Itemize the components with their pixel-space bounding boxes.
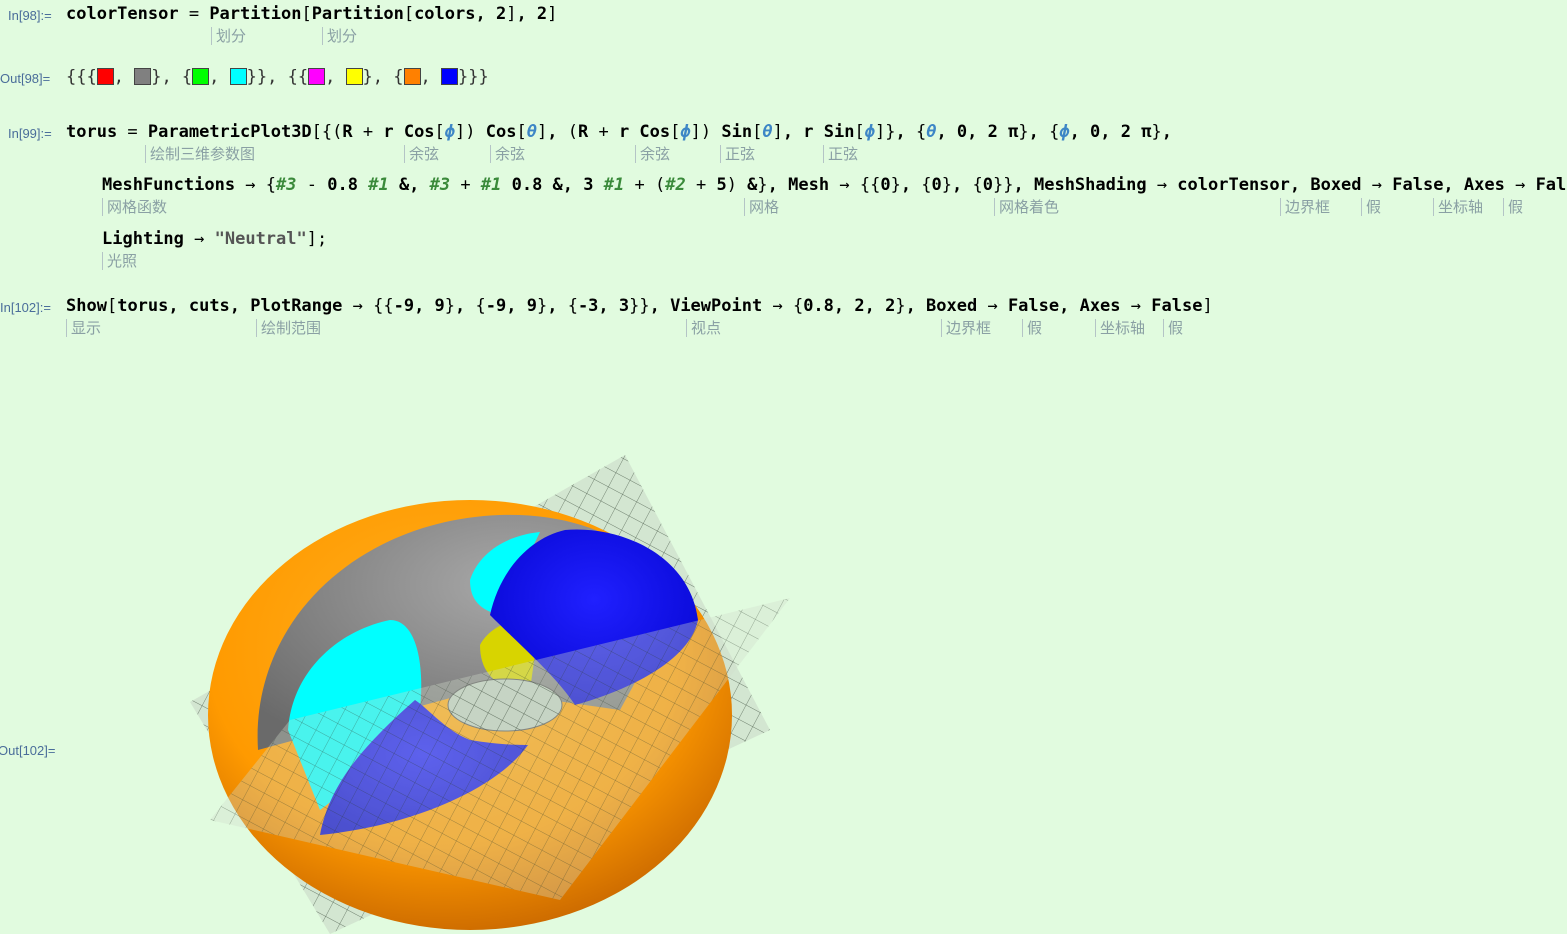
hint-meshfunctions: 网格函数 — [102, 198, 167, 216]
hint-boxed-2: 边界框 — [941, 319, 991, 337]
input-cell-98[interactable]: colorTensor = Partition[Partition[colors… — [66, 3, 557, 25]
hint-false-3: 假 — [1022, 319, 1042, 337]
hint-viewpoint: 视点 — [686, 319, 721, 337]
hint-sin-1: 正弦 — [720, 145, 755, 163]
color-swatch — [345, 68, 363, 85]
color-swatch — [403, 68, 421, 85]
color-swatch — [308, 68, 326, 85]
hint-show: 显示 — [66, 319, 101, 337]
input-cell-99-line1[interactable]: torus = ParametricPlot3D[{(R + r Cos[ϕ])… — [66, 121, 1172, 143]
hint-partition-inner: 划分 — [322, 27, 357, 45]
hint-false-4: 假 — [1163, 319, 1183, 337]
hint-meshshading: 网格着色 — [994, 198, 1059, 216]
input-cell-102[interactable]: Show[torus, cuts, PlotRange → {{-9, 9}, … — [66, 295, 1213, 317]
color-swatch — [96, 68, 114, 85]
output-cell-98: {{{, }, {, }}, {{, }, {, }}} — [66, 67, 489, 87]
color-swatch — [134, 68, 152, 85]
hint-partition-outer: 划分 — [211, 27, 246, 45]
cell-label-in99: In[99]:= — [8, 126, 52, 141]
hint-mesh: 网格 — [744, 198, 779, 216]
notebook-page: { "cells": { "in98_label": "In[98]:=", "… — [0, 0, 1567, 934]
hint-axes: 坐标轴 — [1433, 198, 1483, 216]
hint-plotrange: 绘制范围 — [256, 319, 321, 337]
cell-label-out98: Out[98]= — [0, 71, 51, 86]
hint-boxed: 边界框 — [1280, 198, 1330, 216]
color-swatch — [192, 68, 210, 85]
hint-false-2: 假 — [1503, 198, 1523, 216]
torus-3d-graphic[interactable] — [180, 440, 800, 934]
cell-label-in98: In[98]:= — [8, 8, 52, 23]
input-cell-99-line2[interactable]: MeshFunctions → {#3 - 0.8 #1 &, #3 + #1 … — [102, 174, 1567, 196]
hint-cos-1: 余弦 — [404, 145, 439, 163]
hint-false-1: 假 — [1361, 198, 1381, 216]
hint-axes-2: 坐标轴 — [1095, 319, 1145, 337]
color-swatch — [440, 68, 458, 85]
input-cell-99-line3[interactable]: Lighting → "Neutral"]; — [102, 228, 327, 250]
hint-lighting: 光照 — [102, 252, 137, 270]
hint-cos-2: 余弦 — [490, 145, 525, 163]
hint-cos-3: 余弦 — [635, 145, 670, 163]
hint-sin-2: 正弦 — [823, 145, 858, 163]
cell-label-in102: In[102]:= — [0, 300, 51, 315]
color-swatch — [229, 68, 247, 85]
hint-parametricplot3d: 绘制三维参数图 — [145, 145, 255, 163]
cell-label-out102: Out[102]= — [0, 743, 56, 758]
